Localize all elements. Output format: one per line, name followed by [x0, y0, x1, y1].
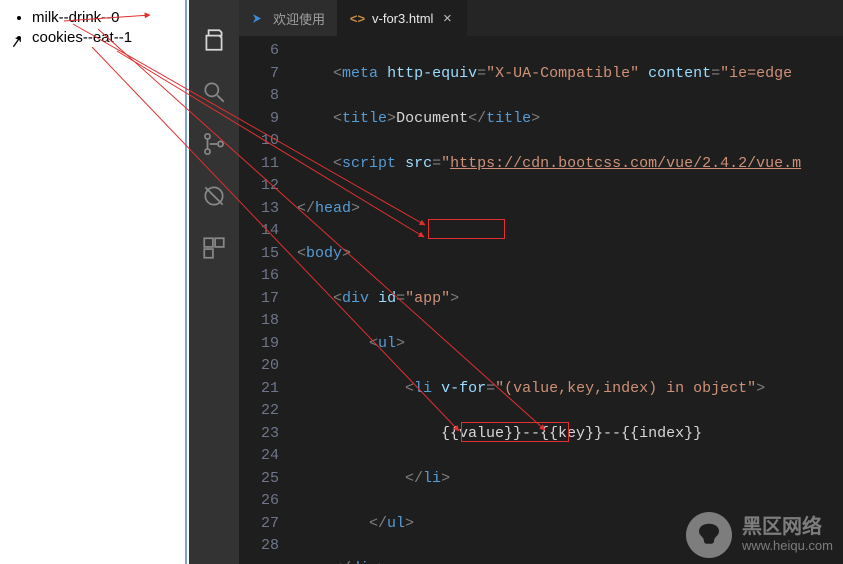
- line-number: 17: [239, 288, 279, 311]
- line-number: 8: [239, 85, 279, 108]
- line-number: 25: [239, 468, 279, 491]
- line-number: 11: [239, 153, 279, 176]
- line-number: 27: [239, 513, 279, 536]
- line-number: 20: [239, 355, 279, 378]
- line-number: 21: [239, 378, 279, 401]
- line-number: 12: [239, 175, 279, 198]
- line-number: 28: [239, 535, 279, 558]
- line-number: 26: [239, 490, 279, 513]
- vscode-logo-icon: [251, 11, 266, 26]
- line-number: 18: [239, 310, 279, 333]
- tab-label: 欢迎使用: [273, 9, 325, 28]
- vscode-window: 欢迎使用 <> v-for3.html × 678910111213141516…: [189, 0, 843, 564]
- line-number: 24: [239, 445, 279, 468]
- browser-output-panel: milk--drink--0 cookies--eat--1 ↖: [0, 0, 187, 564]
- code-content[interactable]: <meta http-equiv="X-UA-Compatible" conte…: [297, 36, 843, 564]
- line-number: 22: [239, 400, 279, 423]
- line-number: 15: [239, 243, 279, 266]
- files-icon[interactable]: [200, 26, 228, 54]
- activity-bar: [189, 0, 239, 564]
- list-item: cookies--eat--1: [32, 28, 179, 48]
- search-icon[interactable]: [200, 78, 228, 106]
- code-editor[interactable]: 6789101112131415161718192021222324252627…: [239, 36, 843, 564]
- extensions-icon[interactable]: [200, 234, 228, 262]
- tab-welcome[interactable]: 欢迎使用: [239, 0, 338, 36]
- list-item: milk--drink--0: [32, 8, 179, 28]
- tab-vfor3[interactable]: <> v-for3.html ×: [338, 0, 467, 36]
- editor-area: 欢迎使用 <> v-for3.html × 678910111213141516…: [239, 0, 843, 564]
- close-icon[interactable]: ×: [440, 10, 454, 27]
- annotation-box-value: [428, 219, 505, 239]
- output-list: milk--drink--0 cookies--eat--1: [6, 8, 179, 48]
- line-number: 10: [239, 130, 279, 153]
- line-number: 19: [239, 333, 279, 356]
- tab-bar: 欢迎使用 <> v-for3.html ×: [239, 0, 843, 36]
- tab-label: v-for3.html: [372, 11, 433, 26]
- line-number: 14: [239, 220, 279, 243]
- line-number-gutter: 6789101112131415161718192021222324252627…: [239, 36, 297, 564]
- line-number: 23: [239, 423, 279, 446]
- line-number: 16: [239, 265, 279, 288]
- source-control-icon[interactable]: [200, 130, 228, 158]
- debug-icon[interactable]: [200, 182, 228, 210]
- line-number: 6: [239, 40, 279, 63]
- line-number: 9: [239, 108, 279, 131]
- line-number: 7: [239, 63, 279, 86]
- line-number: 13: [239, 198, 279, 221]
- code-angle-icon: <>: [350, 11, 365, 26]
